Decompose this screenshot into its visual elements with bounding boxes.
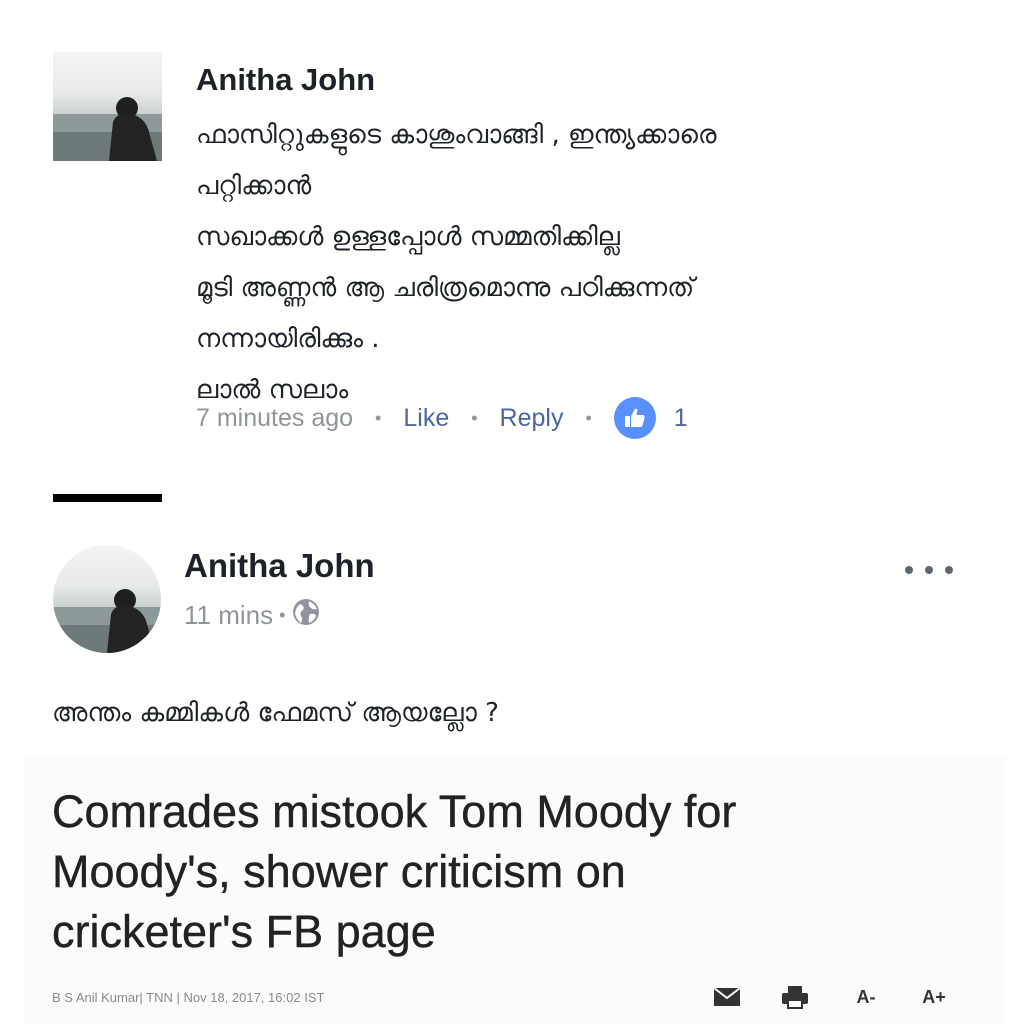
headline-line: Comrades mistook Tom Moody for bbox=[52, 786, 737, 837]
globe-icon bbox=[291, 597, 321, 634]
comment-avatar[interactable] bbox=[53, 52, 162, 161]
comment-timestamp[interactable]: 7 minutes ago bbox=[196, 404, 353, 433]
comment-line: മൂടി അണ്ണൻ ആ ചരിത്രമൊന്നു പഠിക്കുന്നത് bbox=[196, 273, 695, 303]
comment-line: സഖാക്കൾ ഉള്ളപ്പോൾ സമ്മതിക്കില്ല bbox=[196, 222, 620, 252]
comment-line: ഫാസിറ്റുകളുടെ കാശുംവാങ്ങി , ഇന്ത്യക്കാരെ bbox=[196, 120, 717, 150]
comment-actions: 7 minutes ago • Like • Reply • 1 bbox=[196, 397, 688, 439]
comment-line: നന്നായിരിക്കും . bbox=[196, 324, 380, 354]
like-button[interactable]: Like bbox=[403, 404, 449, 433]
divider bbox=[53, 494, 162, 502]
article-headline[interactable]: Comrades mistook Tom Moody for Moody's, … bbox=[52, 782, 952, 962]
separator-dot: • bbox=[585, 407, 592, 428]
article-byline: B S Anil Kumar| TNN | Nov 18, 2017, 16:0… bbox=[52, 990, 325, 1005]
reply-button[interactable]: Reply bbox=[500, 404, 564, 433]
post-text: അന്തം കമ്മികൾ ഫേമസ് ആയല്ലോ ? bbox=[52, 698, 499, 728]
mail-icon[interactable] bbox=[712, 985, 742, 1009]
more-options-icon[interactable] bbox=[905, 560, 953, 580]
decrease-font-button[interactable]: A- bbox=[852, 985, 880, 1009]
comment-text: ഫാസിറ്റുകളുടെ കാശുംവാങ്ങി , ഇന്ത്യക്കാരെ… bbox=[196, 110, 936, 416]
post-author-name[interactable]: Anitha John bbox=[184, 545, 375, 587]
reaction-count[interactable]: 1 bbox=[674, 404, 688, 433]
headline-line: cricketer's FB page bbox=[52, 906, 436, 957]
separator-dot: • bbox=[279, 604, 286, 625]
separator-dot: • bbox=[375, 407, 382, 428]
increase-font-button[interactable]: A+ bbox=[918, 985, 950, 1009]
headline-line: Moody's, shower criticism on bbox=[52, 846, 626, 897]
separator-dot: • bbox=[471, 407, 478, 428]
thumbs-up-icon[interactable] bbox=[613, 397, 656, 439]
avatar-photo bbox=[53, 589, 161, 653]
post-timestamp[interactable]: 11 mins bbox=[184, 600, 273, 631]
post-meta: 11 mins • bbox=[184, 597, 321, 633]
post-avatar[interactable] bbox=[53, 545, 161, 653]
comment-author-name[interactable]: Anitha John bbox=[196, 60, 375, 100]
print-icon[interactable] bbox=[780, 985, 810, 1009]
avatar-photo bbox=[53, 97, 162, 161]
comment-line: പറ്റിക്കാൻ bbox=[196, 171, 312, 201]
